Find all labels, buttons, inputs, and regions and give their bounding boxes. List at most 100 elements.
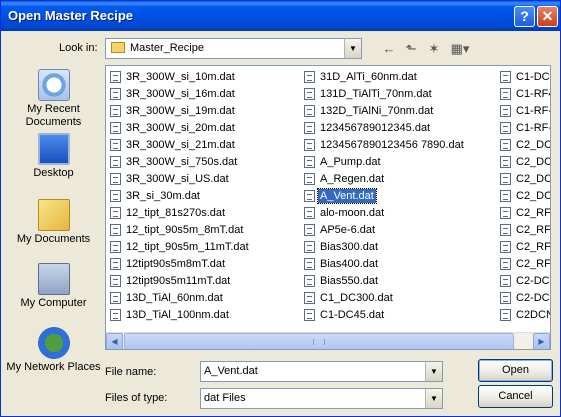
scroll-left-icon[interactable]: ◀ — [106, 333, 123, 349]
dat-file-icon — [110, 173, 121, 185]
dat-file-icon — [500, 241, 511, 253]
dat-file-icon — [304, 241, 315, 253]
look-in-label: Look in: — [59, 42, 98, 54]
look-in-value: Master_Recipe — [130, 42, 204, 54]
file-item-label: C2_RF1 — [516, 224, 551, 236]
up-folder-icon[interactable]: ⬑ — [401, 40, 421, 58]
file-item-label: 3R_300W_si_US.dat — [126, 173, 229, 185]
file-name-input[interactable]: A_Vent.dat ▼ — [200, 361, 443, 382]
dat-file-icon — [304, 139, 315, 151]
file-item-label: 3R_300W_si_750s.dat — [126, 156, 238, 168]
file-item-label: C2-DC.c — [516, 292, 550, 304]
file-item-label: 131D_TiAlTi_70nm.dat — [320, 88, 432, 100]
file-item-label: A_Regen.dat — [320, 173, 385, 185]
place-recent-documents[interactable]: My Recent Documents — [6, 69, 101, 129]
views-menu-icon[interactable]: ▦▾ — [447, 40, 473, 58]
dat-file-icon — [110, 190, 121, 202]
file-item-label: 12tipt90s5m8mT.dat — [126, 258, 226, 270]
dat-file-icon — [304, 71, 315, 83]
back-icon[interactable]: ← — [379, 40, 399, 58]
dat-file-icon — [500, 122, 511, 134]
file-name-value: A_Vent.dat — [204, 365, 258, 377]
file-item-label: AP5e-6.dat — [320, 224, 376, 236]
title-bar[interactable]: Open Master Recipe ? ✕ — [1, 1, 560, 31]
chevron-down-icon[interactable]: ▼ — [425, 389, 442, 408]
dat-file-icon — [500, 207, 511, 219]
dat-file-icon — [304, 292, 315, 304]
scroll-thumb[interactable] — [124, 333, 514, 349]
file-item-label: C2_RF1 — [516, 207, 551, 219]
scroll-right-icon[interactable]: ▶ — [533, 333, 550, 349]
dat-file-icon — [304, 173, 315, 185]
file-item-label: 3R_300W_si_21m.dat — [126, 139, 235, 151]
horizontal-scrollbar[interactable]: ◀ ▶ — [106, 332, 550, 349]
file-item-label: 12tipt90s5m11mT.dat — [126, 275, 231, 287]
place-label: My Computer — [20, 297, 87, 309]
dat-file-icon — [500, 275, 511, 287]
dat-file-icon — [500, 139, 511, 151]
file-type-select[interactable]: dat Files ▼ — [200, 388, 443, 409]
dat-file-icon — [500, 71, 511, 83]
close-button[interactable]: ✕ — [537, 6, 558, 27]
dat-file-icon — [500, 88, 511, 100]
place-label: My Network Places — [6, 361, 101, 373]
file-item-label: C2_DC3 — [516, 190, 550, 202]
place-my-documents[interactable]: My Documents — [6, 199, 101, 246]
place-label: My Documents — [16, 233, 91, 245]
file-item-label: 3R_300W_si_20m.dat — [126, 122, 235, 134]
file-item-label: 12_tipt_90s5m_8mT.dat — [126, 224, 244, 236]
file-item-label: Bias400.dat — [320, 258, 379, 270]
network-places-icon — [37, 327, 70, 359]
place-label: My Recent Documents — [25, 103, 82, 128]
chevron-down-icon[interactable]: ▼ — [344, 39, 361, 58]
help-button[interactable]: ? — [514, 6, 535, 27]
file-item-label: 132D_TiAlNi_70nm.dat — [320, 105, 434, 117]
dat-file-icon — [304, 258, 315, 270]
dat-file-icon — [110, 105, 121, 117]
dat-file-icon — [110, 258, 121, 270]
dat-file-icon — [110, 71, 121, 83]
my-documents-icon — [37, 199, 70, 231]
place-desktop[interactable]: Desktop — [6, 133, 101, 180]
file-type-value: dat Files — [204, 392, 246, 404]
chevron-down-icon[interactable]: ▼ — [425, 362, 442, 381]
places-bar: My Recent Documents Desktop My Documents… — [6, 65, 101, 391]
dat-file-icon — [110, 309, 121, 321]
file-list[interactable]: 3R_300W_si_10m.dat 3R_300W_si_16m.dat 3R_3… — [105, 65, 551, 350]
file-item-label: 13D_TiAl_100nm.dat — [126, 309, 229, 321]
file-item-label: C2-DC1 — [516, 275, 550, 287]
dat-file-icon — [500, 292, 511, 304]
desktop-icon — [37, 133, 70, 165]
dat-file-icon — [110, 275, 121, 287]
place-my-computer[interactable]: My Computer — [6, 263, 101, 310]
file-item-label: C1-RF4 — [516, 88, 551, 100]
file-item-label: C2_RF3 — [516, 258, 551, 270]
file-item-label: 123456789012345.dat — [320, 122, 431, 134]
file-item-label: C2_RF1 — [516, 241, 551, 253]
dat-file-icon — [304, 88, 315, 100]
dat-file-icon — [304, 309, 315, 321]
file-item-label: 3R_si_30m.dat — [126, 190, 200, 202]
dat-file-icon — [500, 224, 511, 236]
file-item-label: C2_DC1 — [516, 156, 550, 168]
file-item-label: C2_DC1 — [516, 173, 550, 185]
open-button[interactable]: Open — [478, 359, 553, 382]
dat-file-icon — [304, 122, 315, 134]
file-item-label: 13D_TiAl_60nm.dat — [126, 292, 223, 304]
file-item-label: C2_DC1 — [516, 139, 550, 151]
new-folder-icon[interactable]: ✶ — [424, 40, 444, 58]
file-item-label: 12_tipt_90s5m_11mT.dat — [126, 241, 249, 253]
open-dialog: Open Master Recipe ? ✕ Look in: Master_R… — [0, 0, 561, 417]
file-item-label: A_Pump.dat — [320, 156, 381, 168]
dat-file-icon — [110, 122, 121, 134]
look-in-dropdown[interactable]: Master_Recipe ▼ — [105, 38, 362, 59]
dat-file-icon — [500, 173, 511, 185]
dat-file-icon — [500, 258, 511, 270]
file-item-label: C1_DC300.dat — [320, 292, 393, 304]
file-name-label: File name: — [105, 366, 157, 378]
cancel-button[interactable]: Cancel — [478, 385, 553, 408]
place-network-places[interactable]: My Network Places — [6, 327, 101, 374]
file-item-label: Bias300.dat — [320, 241, 379, 253]
dat-file-icon — [500, 190, 511, 202]
dat-file-icon — [304, 207, 315, 219]
